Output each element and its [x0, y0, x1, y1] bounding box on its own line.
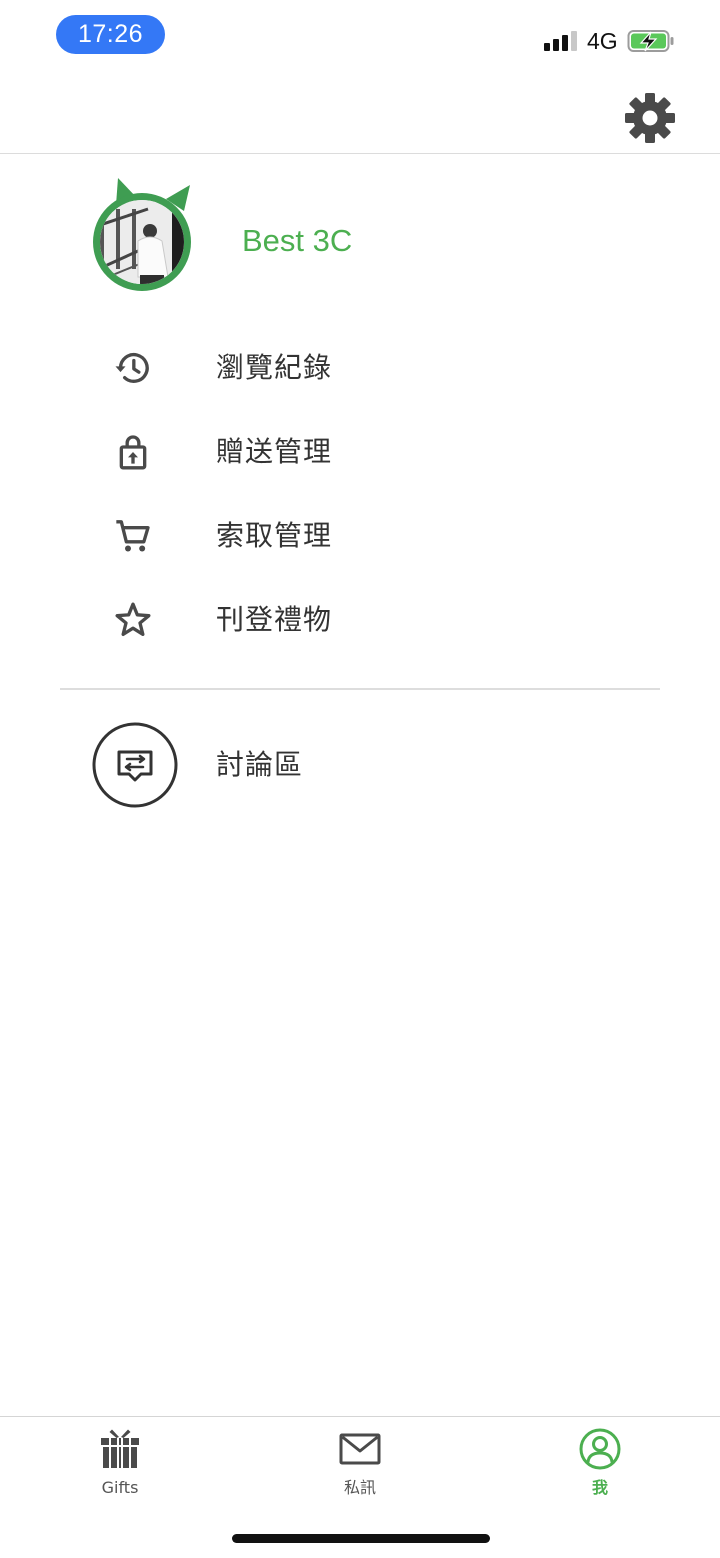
menu-item-forum[interactable]: 討論區 — [0, 721, 720, 809]
gift-icon — [101, 1429, 139, 1468]
menu-item-label: 贈送管理 — [216, 435, 333, 468]
battery-charging-icon — [627, 30, 674, 52]
nav-label-me: 我 — [591, 1478, 608, 1497]
star-icon — [115, 602, 151, 636]
profile-section: Best 3C — [0, 175, 720, 300]
nav-label-messages: 私訊 — [343, 1478, 376, 1497]
history-icon — [115, 352, 149, 383]
nav-tab-messages[interactable]: 私訊 — [240, 1417, 480, 1517]
home-indicator[interactable] — [232, 1534, 490, 1543]
nav-label-gifts: Gifts — [101, 1478, 139, 1497]
username[interactable]: Best 3C — [242, 221, 352, 261]
chat-swap-icon — [92, 722, 178, 808]
menu-item-gift-management[interactable]: 贈送管理 — [0, 410, 720, 494]
menu-item-post-gift[interactable]: 刊登禮物 — [0, 578, 720, 662]
top-header — [0, 74, 720, 154]
signal-strength-icon — [544, 31, 577, 51]
forum-label: 討論區 — [216, 748, 304, 781]
menu-item-request-management[interactable]: 索取管理 — [0, 494, 720, 578]
network-type: 4G — [587, 28, 618, 54]
menu-divider — [60, 688, 660, 690]
gear-icon[interactable] — [624, 92, 676, 144]
lock-upload-icon — [119, 435, 147, 470]
status-bar: 17:26 4G — [0, 0, 720, 74]
menu-item-label: 索取管理 — [216, 519, 333, 552]
person-icon — [579, 1428, 621, 1470]
status-time: 17:26 — [56, 15, 165, 54]
menu-item-label: 刊登禮物 — [216, 603, 333, 636]
avatar[interactable] — [88, 175, 198, 297]
mail-icon — [339, 1433, 381, 1465]
cart-icon — [116, 520, 150, 552]
nav-tab-me[interactable]: 我 — [480, 1417, 720, 1517]
profile-menu: 瀏覽紀錄 贈送管理 索取管理 刊登禮物 — [0, 326, 720, 662]
menu-item-label: 瀏覽紀錄 — [216, 351, 333, 384]
menu-item-browsing-history[interactable]: 瀏覽紀錄 — [0, 326, 720, 410]
nav-tab-gifts[interactable]: Gifts — [0, 1417, 240, 1517]
